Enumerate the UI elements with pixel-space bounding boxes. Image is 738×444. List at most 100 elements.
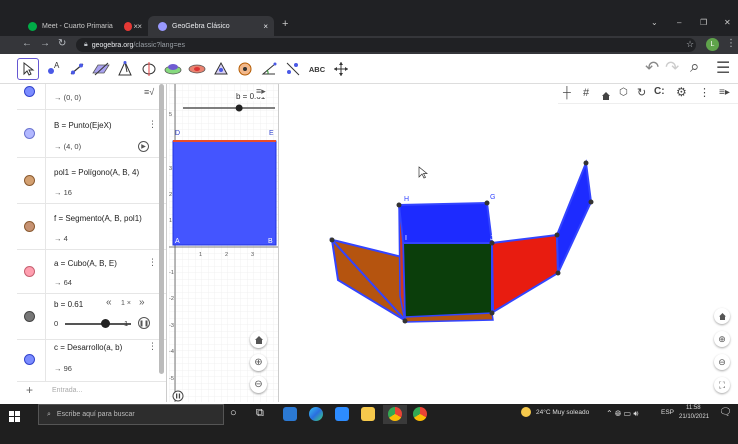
home-icon[interactable]: [601, 88, 611, 106]
cortana-icon[interactable]: ○: [230, 407, 237, 419]
language-indicator[interactable]: ESP: [661, 409, 674, 416]
zoom-in-icon[interactable]: ⊕: [714, 331, 730, 347]
input-field[interactable]: Entrada...: [52, 387, 82, 394]
clock-date[interactable]: 21/10/2021: [679, 414, 709, 420]
slider-track[interactable]: [65, 323, 131, 325]
move-view-tool-icon[interactable]: [330, 58, 352, 80]
edge-icon[interactable]: [309, 407, 323, 421]
rewind-icon[interactable]: «: [106, 297, 112, 308]
speed-label[interactable]: 1 ×: [121, 300, 131, 307]
undo-button[interactable]: ↶: [645, 58, 659, 78]
taskbar-search[interactable]: ⌕ Escribe aquí para buscar: [38, 404, 224, 425]
text-tool-icon[interactable]: ABC: [306, 58, 328, 80]
circle-axis-tool-icon[interactable]: [138, 58, 160, 80]
tab-search-icon[interactable]: ⌄: [651, 18, 658, 27]
reflect-tool-icon[interactable]: [282, 58, 304, 80]
row-menu-icon[interactable]: ⋮: [148, 257, 157, 268]
visibility-toggle-icon[interactable]: [24, 311, 35, 322]
profile-avatar[interactable]: L: [706, 38, 719, 51]
play-icon[interactable]: ▶: [138, 141, 149, 152]
tab-geogebra[interactable]: GeoGebra Clásico ×: [148, 16, 274, 36]
zoom-out-icon[interactable]: ⊖: [250, 376, 267, 393]
search-icon[interactable]: ⌕: [690, 57, 700, 77]
file-explorer-icon[interactable]: [361, 407, 375, 421]
algebra-row-slider[interactable]: b = 0.61 « 1 × » 0 1 ❚❚: [17, 294, 166, 340]
vertex[interactable]: [396, 202, 402, 208]
vertex[interactable]: [484, 200, 490, 206]
net-face-right[interactable]: [490, 233, 560, 314]
projection-icon[interactable]: C:: [654, 86, 665, 97]
algebra-row[interactable]: c = Desarrollo(a, b) → 96 ⋮: [17, 340, 166, 382]
zoom-in-icon[interactable]: ⊕: [250, 354, 267, 371]
plane-tool-icon[interactable]: [90, 58, 112, 80]
point-tool-icon[interactable]: A: [42, 58, 64, 80]
style-bar-icon[interactable]: ≡▸: [719, 87, 730, 98]
axes-icon[interactable]: ┼: [563, 87, 571, 99]
more-icon[interactable]: ⋮: [699, 86, 710, 99]
pause-icon[interactable]: ❚❚: [138, 317, 150, 329]
new-tab-button[interactable]: +: [282, 18, 288, 30]
graphics-view-2d[interactable]: D E A B 1 2 3 5 3 2 1 -1 -2 -3 -4 -5 b =…: [169, 84, 279, 402]
visibility-toggle-icon[interactable]: [24, 266, 35, 277]
visibility-toggle-icon[interactable]: [24, 128, 35, 139]
rotate-view-icon[interactable]: ↻: [637, 86, 646, 99]
algebra-view[interactable]: → (0, 0) ≡√ B = Punto(EjeX) → (4, 0) ⋮ ▶…: [17, 84, 167, 402]
graphics-view-3d[interactable]: H G I J ┼ # ⬡ ↻ C: ⚙ ⋮ ≡▸ ⊕ ⊖ ⛶: [280, 84, 738, 402]
redo-button[interactable]: ↷: [665, 58, 679, 78]
chrome-icon[interactable]: [413, 407, 427, 421]
visibility-toggle-icon[interactable]: [24, 175, 35, 186]
input-bar[interactable]: + Entrada...: [17, 382, 166, 402]
pyramid-tool-icon[interactable]: [114, 58, 136, 80]
vertex[interactable]: [489, 310, 495, 316]
home-icon[interactable]: [714, 308, 730, 324]
forward-icon[interactable]: →: [40, 38, 50, 49]
row-menu-icon[interactable]: ⋮: [148, 341, 157, 352]
circle-tool-icon[interactable]: [234, 58, 256, 80]
vertex[interactable]: [588, 199, 594, 205]
algebra-row[interactable]: f = Segmento(A, B, pol1) → 4: [17, 204, 166, 250]
task-view-icon[interactable]: ⧉: [256, 407, 264, 420]
home-icon[interactable]: [250, 331, 267, 348]
vertex[interactable]: [583, 160, 589, 166]
visibility-toggle-icon[interactable]: [24, 354, 35, 365]
algebra-scrollbar[interactable]: [159, 84, 164, 374]
close-window-button[interactable]: ✕: [724, 18, 731, 27]
vertex[interactable]: [402, 318, 408, 324]
reload-icon[interactable]: ↻: [58, 38, 66, 49]
line-tool-icon[interactable]: [66, 58, 88, 80]
close-tab-icon[interactable]: ×: [137, 22, 148, 31]
chrome-icon[interactable]: [388, 407, 402, 421]
angle-tool-icon[interactable]: [258, 58, 280, 80]
browser-menu-icon[interactable]: ⋮: [726, 38, 736, 49]
clock-time[interactable]: 11:58: [686, 405, 701, 411]
graphics-3d-canvas[interactable]: H G I J: [280, 84, 738, 402]
sphere-tool-icon[interactable]: [162, 58, 184, 80]
grid-icon[interactable]: #: [583, 87, 589, 99]
vertex[interactable]: [555, 270, 561, 276]
net-face-center[interactable]: [401, 242, 493, 323]
pause-animation-icon[interactable]: [172, 390, 184, 402]
net-face-top[interactable]: [397, 201, 494, 244]
net-tool-icon[interactable]: [186, 58, 208, 80]
minimize-button[interactable]: –: [677, 18, 681, 27]
algebra-row[interactable]: a = Cubo(A, B, E) → 64 ⋮: [17, 250, 166, 294]
weather-text[interactable]: 24°C Muy soleado: [536, 409, 589, 416]
bookmark-star-icon[interactable]: ☆: [686, 39, 694, 50]
tray-icons[interactable]: ⌃ 🌐︎ ▭ 🔊︎: [606, 409, 638, 419]
mail-icon[interactable]: [283, 407, 297, 421]
fullscreen-icon[interactable]: ⛶: [714, 377, 730, 393]
back-icon[interactable]: ←: [22, 38, 32, 49]
cube-view-icon[interactable]: ⬡: [619, 87, 628, 98]
maximize-button[interactable]: ❐: [700, 18, 707, 27]
vertex[interactable]: [554, 232, 560, 238]
settings-icon[interactable]: ⚙: [676, 85, 687, 99]
windows-start-icon[interactable]: [9, 409, 20, 427]
graphics-menu-icon[interactable]: ≡▸: [256, 86, 266, 97]
square-polygon[interactable]: [172, 140, 277, 246]
zoom-app-icon[interactable]: [335, 407, 349, 421]
slider-knob[interactable]: [100, 319, 110, 328]
net-face-far-right[interactable]: [555, 159, 593, 274]
main-menu-icon[interactable]: ☰: [716, 58, 730, 78]
url-bar[interactable]: 🔒︎ geogebra.org/classic?lang=es: [76, 38, 696, 52]
close-tab-icon[interactable]: ×: [263, 22, 274, 31]
